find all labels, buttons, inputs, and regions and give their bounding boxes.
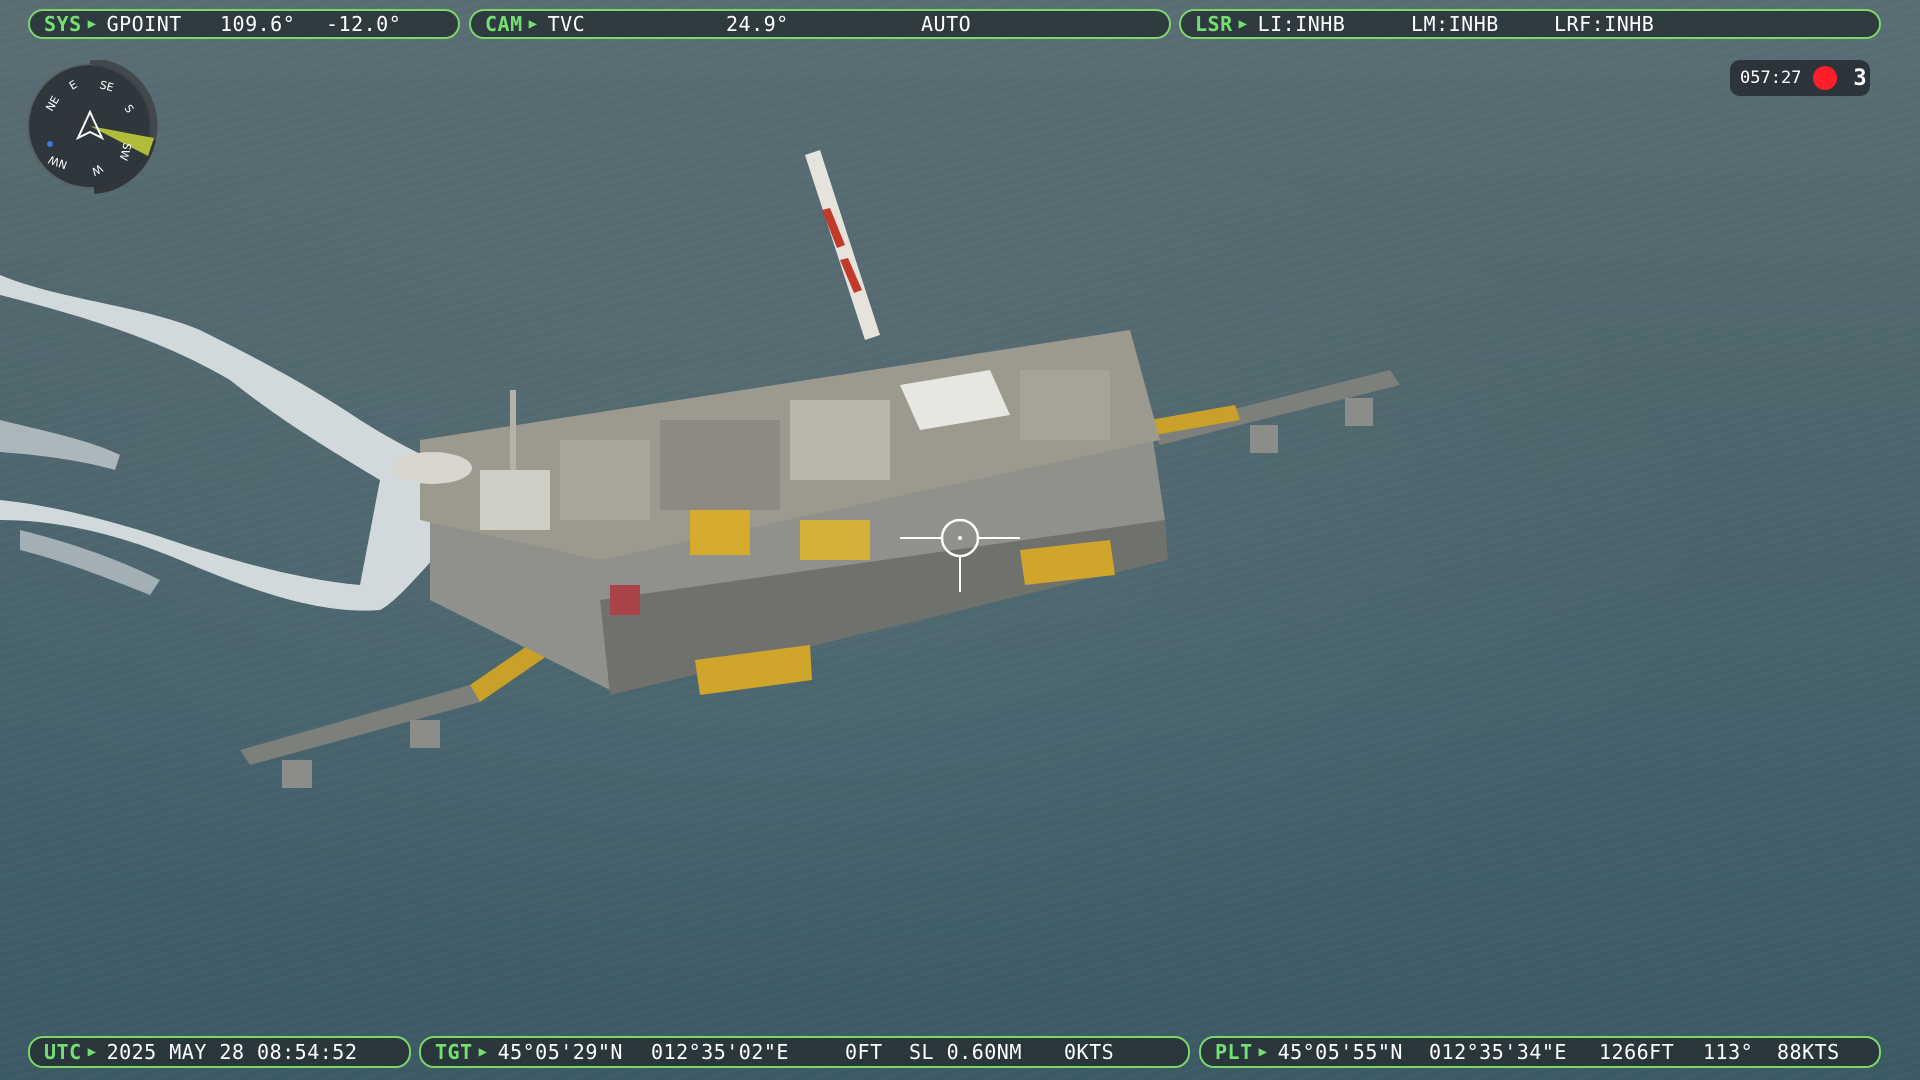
cam-status-bar: CAM ▶ TVC 24.9° AUTO [469, 9, 1171, 39]
triangle-right-icon: ▶ [87, 16, 97, 32]
sys-elevation: -12.0° [326, 12, 402, 36]
lsr-li: LI:INHB [1257, 12, 1346, 36]
left-bridge-pier-1 [282, 760, 312, 788]
right-bridge-pier-2 [1345, 398, 1373, 426]
module-block-1 [480, 470, 550, 530]
north-marker [47, 141, 53, 147]
tgt-status-bar: TGT ▶ 45°05'29"N 012°35'02"E 0FT SL 0.60… [419, 1036, 1190, 1068]
utc-tag: UTC [44, 1040, 82, 1064]
plt-altitude: 1266FT [1599, 1040, 1675, 1064]
utc-status-bar: UTC ▶ 2025 MAY 28 08:54:52 [28, 1036, 411, 1068]
triangle-right-icon: ▶ [478, 1044, 488, 1060]
triangle-right-icon: ▶ [1258, 1044, 1268, 1060]
plt-tag: PLT [1215, 1040, 1253, 1064]
module-red [610, 585, 640, 615]
plt-speed: 88KTS [1777, 1040, 1840, 1064]
triangle-right-icon: ▶ [1238, 16, 1248, 32]
wake-foam-secondary [0, 420, 120, 470]
compass-icon: NE E SE S SW W NW [27, 60, 158, 194]
triangle-right-icon: ▶ [528, 16, 538, 32]
lsr-status-bar: LSR ▶ LI:INHB LM:INHB LRF:INHB [1179, 9, 1881, 39]
module-yellow-2 [800, 520, 870, 560]
lsr-lrf: LRF:INHB [1554, 12, 1655, 36]
crosshair-icon [900, 518, 1020, 592]
tgt-speed: 0KTS [1064, 1040, 1115, 1064]
plt-heading: 113° [1703, 1040, 1754, 1064]
module-yellow-1 [690, 510, 750, 555]
plt-lat: 45°05'55"N [1277, 1040, 1403, 1064]
tgt-lat: 45°05'29"N [497, 1040, 623, 1064]
recording-time: 057:27 [1740, 68, 1802, 88]
sys-mode: GPOINT [106, 12, 182, 36]
module-block-5 [1020, 370, 1110, 440]
right-bridge-pier-1 [1250, 425, 1278, 453]
sys-tag: SYS [44, 12, 82, 36]
module-block-2 [560, 440, 650, 520]
utc-datetime: 2025 MAY 28 08:54:52 [106, 1040, 358, 1064]
flare-mast [510, 390, 516, 470]
record-dot-icon [1813, 66, 1838, 90]
helideck [392, 452, 472, 484]
module-block-4 [790, 400, 890, 480]
left-bridge-pier-2 [410, 720, 440, 748]
triangle-right-icon: ▶ [87, 1044, 97, 1060]
lsr-lm: LM:INHB [1411, 12, 1499, 36]
module-block-3 [660, 420, 780, 510]
cam-tag: CAM [485, 12, 523, 36]
tgt-range: SL 0.60NM [909, 1040, 1022, 1064]
plt-status-bar: PLT ▶ 45°05'55"N 012°35'34"E 1266FT 113°… [1199, 1036, 1881, 1068]
tgt-lon: 012°35'02"E [651, 1040, 789, 1064]
left-bridge [240, 685, 480, 765]
cam-focus: AUTO [921, 12, 972, 36]
recording-indicator: 057:27 3 [1730, 60, 1870, 96]
lsr-tag: LSR [1195, 12, 1233, 36]
plt-lon: 012°35'34"E [1429, 1040, 1567, 1064]
tgt-tag: TGT [435, 1040, 473, 1064]
recording-count: 3 [1853, 65, 1867, 91]
sys-status-bar: SYS ▶ GPOINT 109.6° -12.0° [28, 9, 460, 39]
cam-mode: TVC [547, 12, 586, 36]
cam-fov: 24.9° [726, 12, 789, 36]
tgt-altitude: 0FT [845, 1040, 883, 1064]
sys-azimuth: 109.6° [220, 12, 296, 36]
